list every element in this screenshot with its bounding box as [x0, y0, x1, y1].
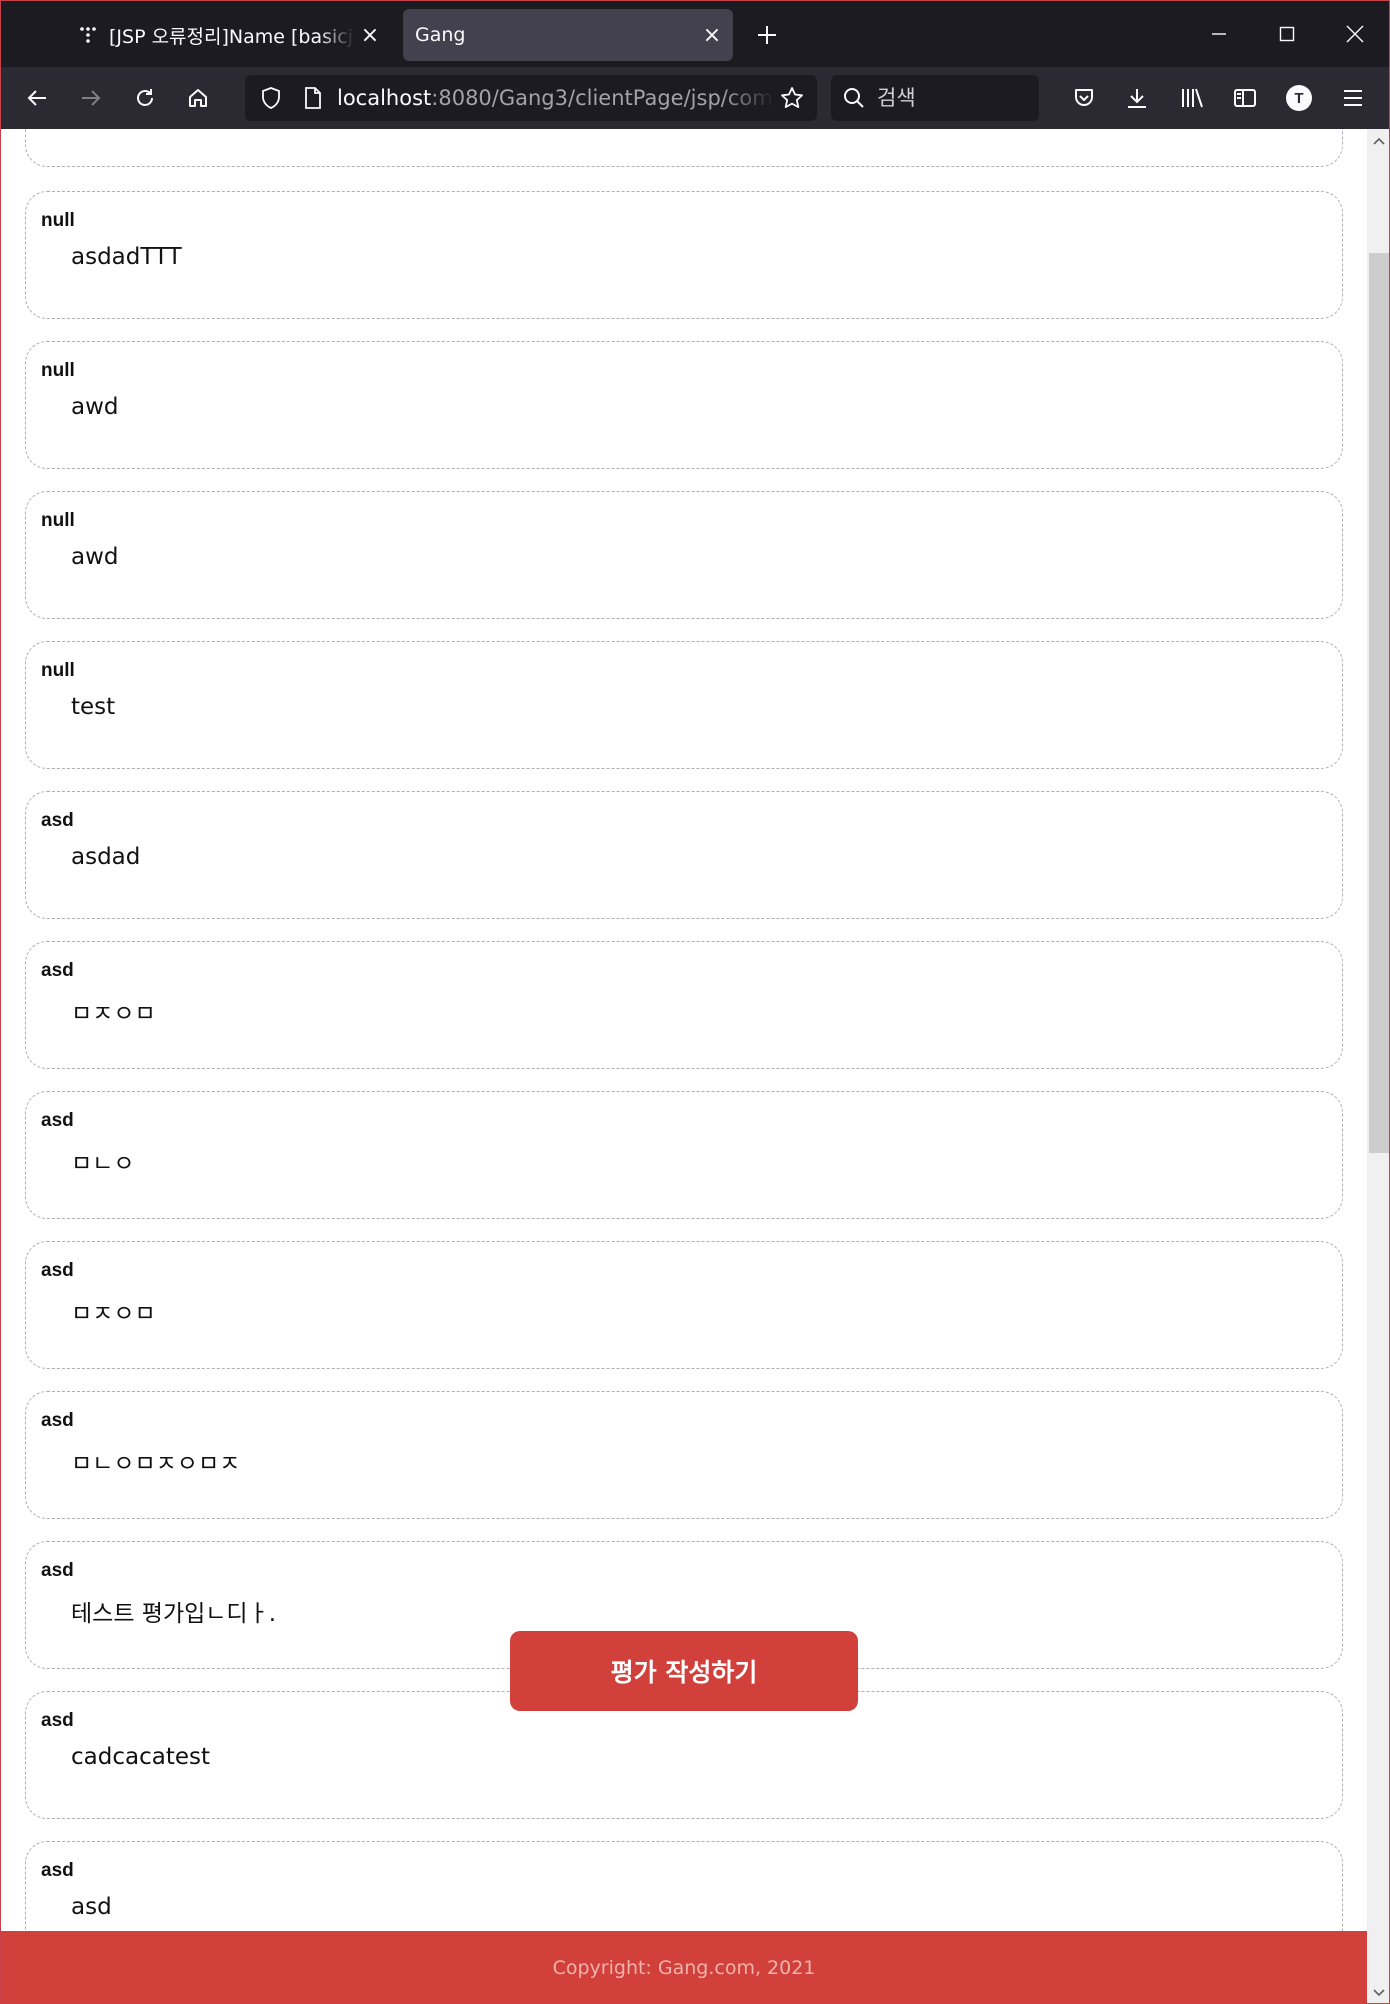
- comment-text: 테스트 평가입ㄴ디ㅏ.: [71, 1601, 277, 1627]
- comment-text: asd: [71, 1894, 112, 1920]
- hamburger-menu-icon[interactable]: [1334, 79, 1372, 117]
- page-footer: Copyright: Gang.com, 2021: [1, 1931, 1367, 2003]
- search-bar[interactable]: [831, 75, 1039, 121]
- sidebar-icon[interactable]: [1226, 79, 1264, 117]
- tab-strip: [JSP 오류정리]Name [basicjsp] is not bound ×…: [1, 1, 1389, 67]
- comment-author: asd: [41, 810, 74, 831]
- url-path: :8080/Gang3/clientPage/jsp/commentList.j…: [431, 86, 775, 110]
- tistory-favicon-icon: [77, 24, 99, 46]
- close-tab-icon[interactable]: ×: [355, 20, 385, 50]
- comment-author: asd: [41, 960, 74, 981]
- comment-author: null: [41, 510, 75, 531]
- tab-title: [JSP 오류정리]Name [basicjsp] is not bound: [109, 25, 355, 48]
- comment-text: test: [71, 694, 116, 720]
- comment-author: asd: [41, 1710, 74, 1731]
- comment-author: asd: [41, 1260, 74, 1281]
- comment-card: asd asdad: [25, 791, 1343, 919]
- comment-text: ㅁㄴㅇ: [71, 1151, 135, 1177]
- reload-icon[interactable]: [126, 79, 164, 117]
- footer-copyright: Copyright: Gang.com, 2021: [552, 1957, 816, 1979]
- comment-author: asd: [41, 1110, 74, 1131]
- comment-text: awd: [71, 394, 119, 420]
- close-tab-icon[interactable]: ×: [697, 20, 727, 50]
- comment-author: null: [41, 210, 75, 231]
- comment-text: asdad: [71, 844, 141, 870]
- comment-card: asd ㅁㅈㅇㅁ: [25, 1241, 1343, 1369]
- star-icon[interactable]: [779, 86, 805, 110]
- account-avatar[interactable]: T: [1280, 79, 1318, 117]
- close-window-icon[interactable]: [1321, 1, 1389, 67]
- pocket-icon[interactable]: [1065, 79, 1103, 117]
- comment-card: null awd: [25, 491, 1343, 619]
- comment-author: asd: [41, 1860, 74, 1881]
- arrow-left-icon[interactable]: [18, 79, 56, 117]
- search-icon: [843, 87, 865, 109]
- vertical-scrollbar[interactable]: [1367, 129, 1389, 2003]
- write-review-button[interactable]: 평가 작성하기: [510, 1631, 858, 1711]
- comment-card: asd ㅁㄴㅇㅁㅈㅇㅁㅈ: [25, 1391, 1343, 1519]
- tab-gang[interactable]: Gang ×: [403, 9, 733, 61]
- address-bar[interactable]: localhost:8080/Gang3/clientPage/jsp/comm…: [245, 75, 817, 121]
- page-viewport: null asdadTTT null awd null awd null tes…: [1, 129, 1367, 2003]
- minimize-icon[interactable]: [1185, 1, 1253, 67]
- comment-text: ㅁㅈㅇㅁ: [71, 1001, 156, 1027]
- comment-card: null test: [25, 641, 1343, 769]
- comment-text: asdadTTT: [71, 244, 182, 270]
- browser-window: [JSP 오류정리]Name [basicjsp] is not bound ×…: [0, 0, 1390, 2004]
- comment-author: null: [41, 660, 75, 681]
- comment-text: ㅁㄴㅇㅁㅈㅇㅁㅈ: [71, 1451, 241, 1477]
- arrow-right-icon[interactable]: [72, 79, 110, 117]
- scroll-down-icon[interactable]: [1367, 1981, 1389, 2003]
- tab-title: Gang: [415, 24, 466, 46]
- tab-jsp-error[interactable]: [JSP 오류정리]Name [basicjsp] is not bound ×: [71, 9, 391, 61]
- comment-author: asd: [41, 1560, 74, 1581]
- comment-card: asd ㅁㅈㅇㅁ: [25, 941, 1343, 1069]
- library-icon[interactable]: [1173, 79, 1211, 117]
- page-icon[interactable]: [301, 86, 325, 110]
- scrollbar-thumb[interactable]: [1369, 253, 1389, 1153]
- comment-text: ㅁㅈㅇㅁ: [71, 1301, 156, 1327]
- url-text[interactable]: localhost:8080/Gang3/clientPage/jsp/comm…: [337, 75, 775, 121]
- comment-card: null asdadTTT: [25, 191, 1343, 319]
- search-input[interactable]: [877, 75, 1027, 121]
- comment-text: cadcacatest: [71, 1744, 210, 1770]
- comment-text: awd: [71, 544, 119, 570]
- comment-card: null awd: [25, 341, 1343, 469]
- comment-card: [25, 129, 1343, 167]
- shield-icon[interactable]: [259, 86, 283, 110]
- comment-card: asd ㅁㄴㅇ: [25, 1091, 1343, 1219]
- navigation-toolbar: localhost:8080/Gang3/clientPage/jsp/comm…: [1, 67, 1389, 129]
- download-icon[interactable]: [1118, 79, 1156, 117]
- comment-author: null: [41, 360, 75, 381]
- url-host: localhost: [337, 86, 432, 110]
- comment-author: asd: [41, 1410, 74, 1431]
- maximize-icon[interactable]: [1253, 1, 1321, 67]
- scroll-up-icon[interactable]: [1367, 129, 1389, 153]
- new-tab-plus-icon[interactable]: [749, 17, 785, 53]
- account-initial: T: [1286, 85, 1312, 111]
- home-icon[interactable]: [179, 79, 217, 117]
